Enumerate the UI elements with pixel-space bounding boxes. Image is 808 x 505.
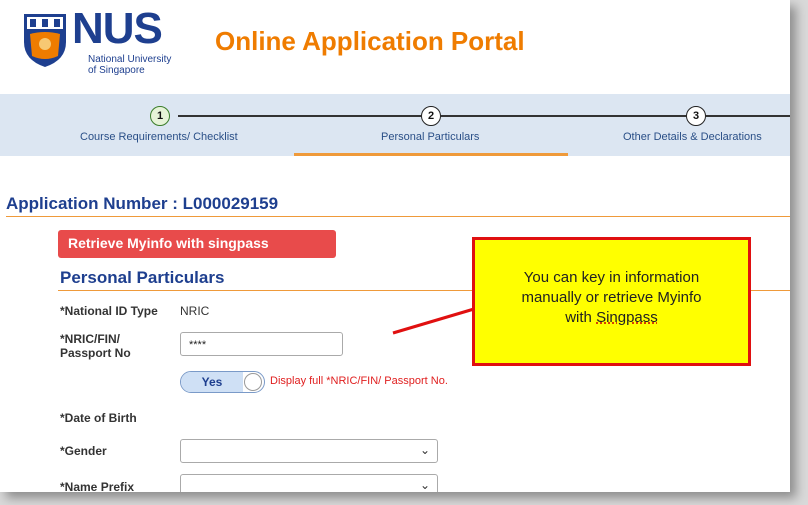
step-1-indicator[interactable]: 1	[150, 106, 170, 126]
step-connector	[178, 115, 421, 117]
callout-pointer	[392, 307, 475, 335]
toggle-knob[interactable]	[244, 373, 262, 391]
callout-text: You can key in information manually or r…	[475, 268, 748, 328]
step-1-label[interactable]: Course Requirements/ Checklist	[80, 131, 238, 143]
section-title: Personal Particulars	[60, 268, 225, 287]
logo-subtitle: National University of Singapore	[88, 54, 171, 76]
logo-line-2: of Singapore	[88, 65, 145, 76]
callout-singpass-word: Singpass	[596, 309, 658, 326]
logo-wordmark: NUS	[72, 4, 163, 53]
portal-title: Online Application Portal	[215, 26, 525, 56]
nric-label: *NRIC/FIN/ Passport No	[60, 332, 131, 360]
nric-label-line-1: *NRIC/FIN/	[60, 332, 120, 346]
callout-line-2: manually or retrieve Myinfo	[521, 289, 702, 306]
progress-stepper: 1 Course Requirements/ Checklist 2 Perso…	[0, 94, 790, 156]
logo-line-1: National University	[88, 54, 172, 65]
callout-line-3: with Singpass	[475, 308, 748, 328]
chevron-down-icon: ⌄	[419, 478, 430, 492]
callout-line-1: You can key in information	[523, 269, 700, 286]
toggle-on-label: Yes	[181, 372, 243, 392]
national-id-type-value: NRIC	[180, 304, 210, 318]
dob-label: *Date of Birth	[60, 411, 137, 425]
application-number: Application Number : L000029159	[6, 194, 279, 213]
display-full-nric-toggle[interactable]: Yes	[180, 371, 265, 393]
nric-label-line-2: Passport No	[60, 346, 131, 360]
step-3-label[interactable]: Other Details & Declarations	[623, 131, 762, 143]
step-connector	[441, 115, 686, 117]
toggle-description: Display full *NRIC/FIN/ Passport No.	[270, 375, 448, 387]
page-header: NUS National University of Singapore Onl…	[0, 0, 790, 92]
gender-select[interactable]: ⌄	[180, 439, 438, 463]
nric-input[interactable]: ****	[180, 332, 343, 356]
step-2-label[interactable]: Personal Particulars	[381, 131, 479, 143]
divider	[6, 216, 790, 217]
application-window: NUS National University of Singapore Onl…	[0, 0, 790, 492]
step-3-indicator[interactable]: 3	[686, 106, 706, 126]
instruction-callout: You can key in information manually or r…	[472, 237, 751, 366]
nus-crest-icon	[24, 14, 66, 67]
callout-line-3-pre: with	[565, 309, 597, 326]
active-step-underline	[294, 153, 568, 156]
name-prefix-select[interactable]: ⌄	[180, 474, 438, 492]
chevron-down-icon: ⌄	[419, 443, 430, 457]
step-connector	[706, 115, 790, 117]
gender-label: *Gender	[60, 444, 107, 458]
nus-logo: NUS National University of Singapore	[22, 4, 182, 78]
retrieve-myinfo-button[interactable]: Retrieve Myinfo with singpass	[58, 230, 336, 258]
name-prefix-label: *Name Prefix	[60, 480, 135, 492]
national-id-type-label: *National ID Type	[60, 304, 158, 318]
step-2-indicator[interactable]: 2	[421, 106, 441, 126]
